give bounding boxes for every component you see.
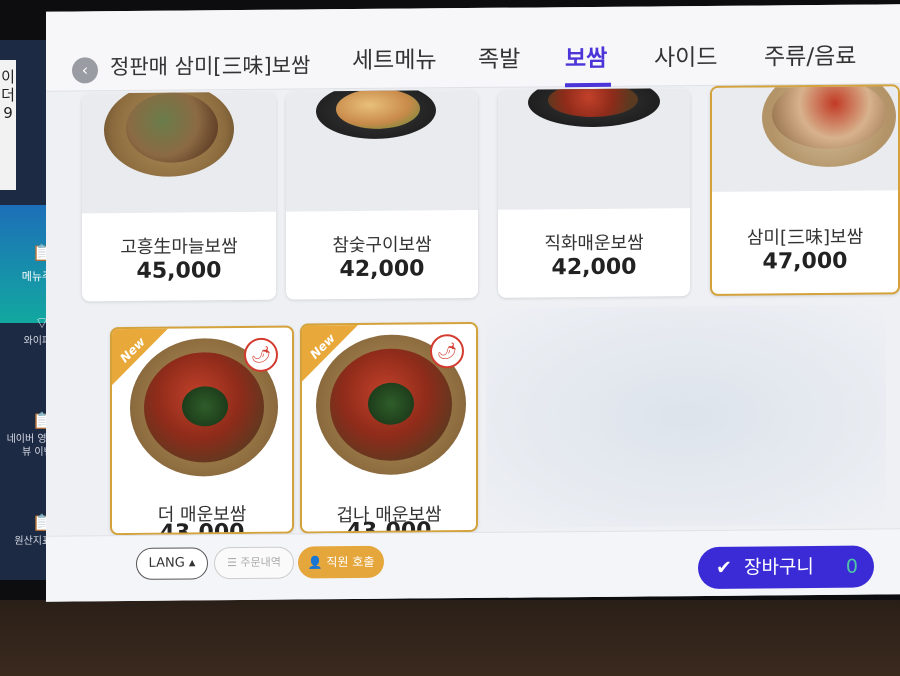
menu-card-fire-spicy-bossam[interactable]: 직화매운보쌈 42,000 xyxy=(498,88,690,298)
chili-icon: 🌶 xyxy=(244,337,278,372)
chevron-left-icon: ‹ xyxy=(81,60,89,80)
tab-bossam[interactable]: 보쌈 xyxy=(565,39,607,73)
menu-card-garlic-bossam[interactable]: 고흥生마늘보쌈 45,000 xyxy=(82,91,276,302)
menu-item-price: 43,000 xyxy=(346,518,432,534)
cart-count: 0 xyxy=(845,555,858,578)
active-tab-indicator xyxy=(565,82,611,88)
menu-card-sammi-bossam[interactable]: 삼미[三味]보쌈 47,000 xyxy=(710,84,900,296)
staff-call-button[interactable]: 👤 직원 호출 xyxy=(298,545,384,579)
tab-drinks[interactable]: 주류/음료 xyxy=(764,37,856,72)
menu-image xyxy=(82,91,276,214)
chili-icon: 🌶 xyxy=(430,334,464,369)
staff-call-label: 직원 호출 xyxy=(326,554,375,570)
table-surface xyxy=(0,600,900,676)
screen-glare xyxy=(486,304,886,528)
menu-item-price: 45,000 xyxy=(136,258,222,284)
cart-label: 장바구니 xyxy=(743,556,814,579)
bottom-bar: LANG ▴ ☰ 주문내역 👤 직원 호출 ✔ 장바구니 0 xyxy=(46,528,900,602)
menu-card-more-spicy-bossam[interactable]: New 🌶 더 매운보쌈 43,000 xyxy=(110,325,294,536)
category-navbar: ‹ 정판매 삼미[三味]보쌈 세트메뉴 족발 보쌈 사이드 주류/음료 xyxy=(46,4,900,92)
check-icon: ✔ xyxy=(716,556,732,579)
order-history-button[interactable]: ☰ 주문내역 xyxy=(214,546,294,580)
back-button[interactable]: ‹ xyxy=(72,57,98,84)
menu-item-name: 고흥生마늘보쌈 xyxy=(120,236,238,259)
menu-item-price: 47,000 xyxy=(762,248,848,275)
menu-item-name: 직화매운보쌈 xyxy=(544,232,644,255)
menu-image xyxy=(712,84,898,192)
person-icon: 👤 xyxy=(307,555,323,570)
tab-set-menu[interactable]: 세트메뉴 xyxy=(352,40,437,75)
sidebar-top-label: 이 더 9 xyxy=(0,60,16,190)
menu-card-charcoal-bossam[interactable]: 참숯구이보쌈 42,000 xyxy=(286,89,478,300)
cart-button[interactable]: ✔ 장바구니 0 xyxy=(698,545,874,590)
tab-jokbal[interactable]: 족발 xyxy=(478,40,520,74)
kiosk-screen: ‹ 정판매 삼미[三味]보쌈 세트메뉴 족발 보쌈 사이드 주류/음료 고흥生마… xyxy=(46,4,900,602)
herb-garnish-image xyxy=(368,382,414,425)
menu-image xyxy=(498,88,690,210)
tab-restaurant-name[interactable]: 정판매 삼미[三味]보쌈 xyxy=(110,49,310,81)
menu-card-super-spicy-bossam[interactable]: New 🌶 겁나 매운보쌈 43,000 xyxy=(300,321,478,534)
menu-item-name: 삼미[三味]보쌈 xyxy=(746,226,864,249)
language-button[interactable]: LANG ▴ xyxy=(136,547,208,580)
menu-item-price: 42,000 xyxy=(551,254,637,281)
tab-side[interactable]: 사이드 xyxy=(654,38,717,73)
menu-item-price: 42,000 xyxy=(339,256,425,283)
menu-image xyxy=(286,89,478,212)
herb-garnish-image xyxy=(182,386,228,427)
menu-item-name: 참숯구이보쌈 xyxy=(332,234,432,257)
